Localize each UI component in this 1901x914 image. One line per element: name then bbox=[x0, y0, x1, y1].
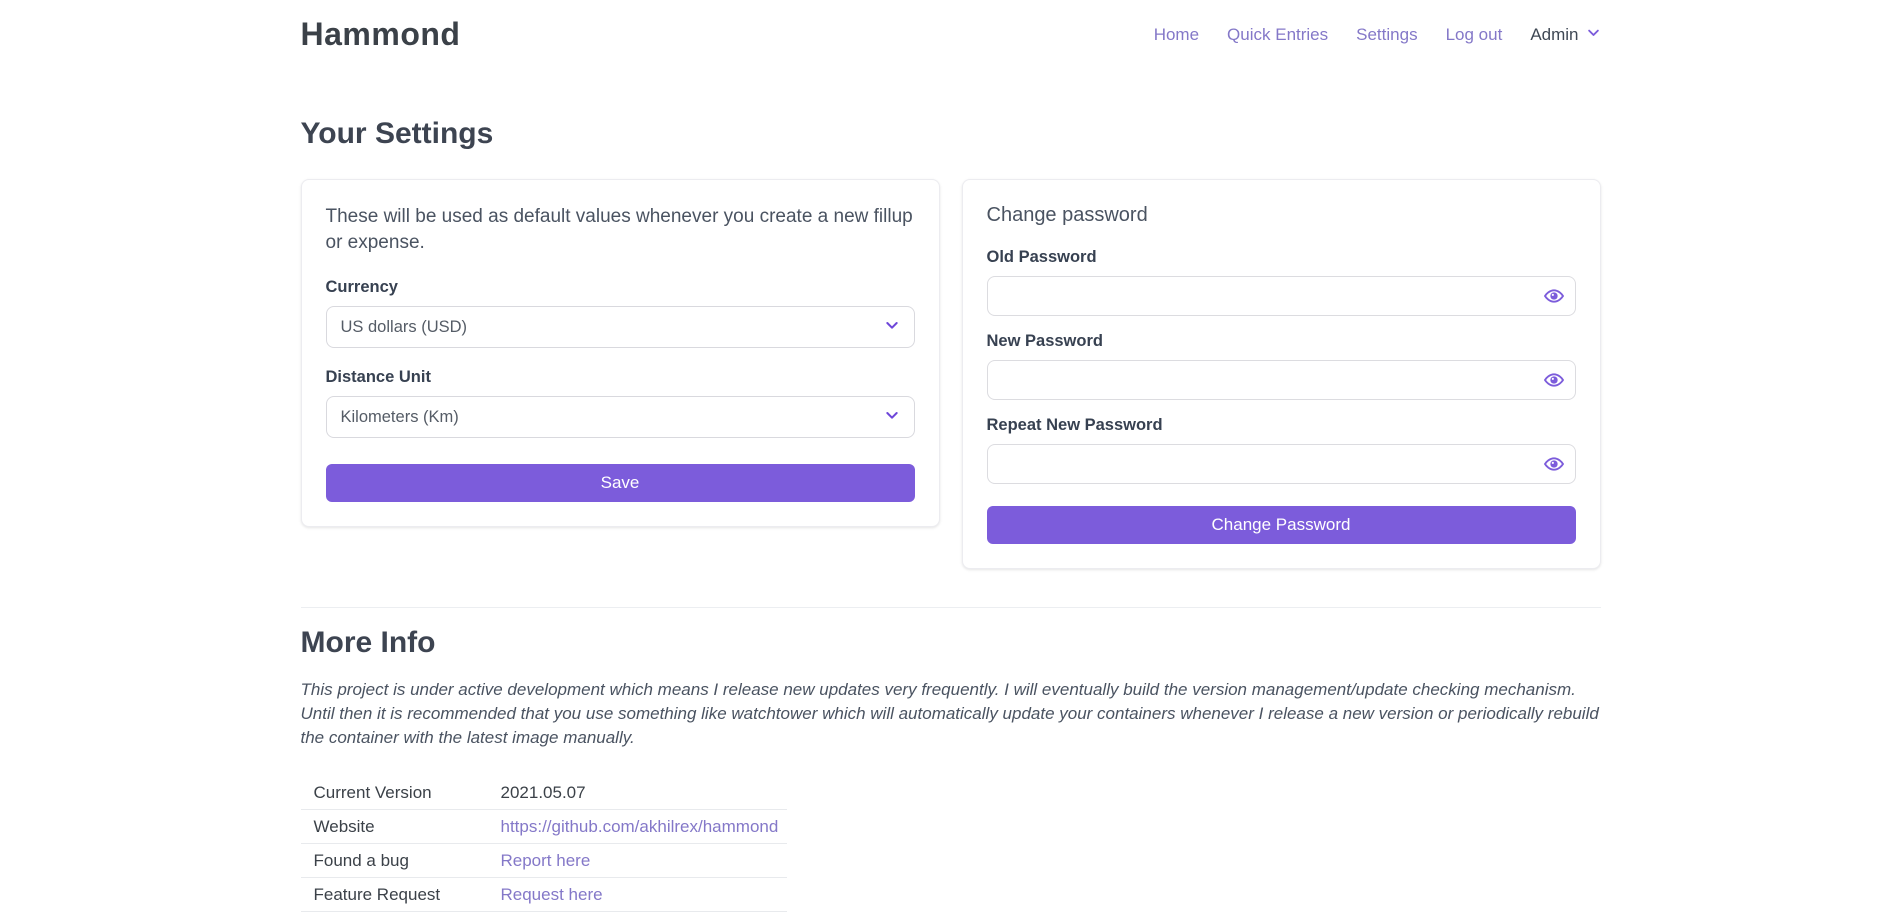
table-row: Found a bug Report here bbox=[301, 844, 787, 878]
info-table: Current Version 2021.05.07 Website https… bbox=[301, 776, 787, 912]
currency-label: Currency bbox=[326, 278, 915, 298]
nav-settings[interactable]: Settings bbox=[1356, 25, 1417, 45]
defaults-card: These will be used as default values whe… bbox=[301, 179, 940, 527]
toggle-old-password-visibility-button[interactable] bbox=[1542, 284, 1566, 308]
section-divider bbox=[301, 607, 1601, 608]
eye-icon bbox=[1544, 462, 1564, 477]
info-row-label: Website bbox=[314, 817, 501, 837]
repeat-new-password-input[interactable] bbox=[987, 444, 1576, 484]
current-version-value: 2021.05.07 bbox=[501, 783, 586, 803]
table-row: Current Version 2021.05.07 bbox=[301, 776, 787, 810]
main-nav: Home Quick Entries Settings Log out Admi… bbox=[1154, 25, 1601, 45]
defaults-description: These will be used as default values whe… bbox=[326, 204, 915, 256]
info-row-label: Current Version bbox=[314, 783, 501, 803]
change-password-button[interactable]: Change Password bbox=[987, 506, 1576, 544]
table-row: Website https://github.com/akhilrex/hamm… bbox=[301, 810, 787, 844]
app-logo[interactable]: Hammond bbox=[301, 16, 461, 53]
toggle-new-password-visibility-button[interactable] bbox=[1542, 368, 1566, 392]
table-row: Feature Request Request here bbox=[301, 878, 787, 912]
feature-request-link[interactable]: Request here bbox=[501, 885, 603, 905]
admin-menu-label: Admin bbox=[1530, 25, 1578, 45]
toggle-repeat-password-visibility-button[interactable] bbox=[1542, 452, 1566, 476]
website-link[interactable]: https://github.com/akhilrex/hammond bbox=[501, 817, 779, 837]
info-row-label: Feature Request bbox=[314, 885, 501, 905]
new-password-label: New Password bbox=[987, 332, 1576, 352]
eye-icon bbox=[1544, 378, 1564, 393]
save-button[interactable]: Save bbox=[326, 464, 915, 502]
chevron-down-icon bbox=[1586, 25, 1601, 45]
chevron-down-icon bbox=[884, 407, 900, 428]
page-title: Your Settings bbox=[301, 117, 1601, 151]
top-header: Hammond Home Quick Entries Settings Log … bbox=[0, 0, 1901, 53]
distance-unit-label: Distance Unit bbox=[326, 368, 915, 388]
change-password-card: Change password Old Password New Passwor… bbox=[962, 179, 1601, 569]
new-password-input[interactable] bbox=[987, 360, 1576, 400]
repeat-new-password-label: Repeat New Password bbox=[987, 416, 1576, 436]
eye-icon bbox=[1544, 294, 1564, 309]
nav-home[interactable]: Home bbox=[1154, 25, 1199, 45]
change-password-title: Change password bbox=[987, 204, 1576, 228]
more-info-description: This project is under active development… bbox=[301, 678, 1601, 750]
distance-unit-select[interactable]: Kilometers (Km) bbox=[326, 396, 915, 438]
admin-menu[interactable]: Admin bbox=[1530, 25, 1600, 45]
info-row-label: Found a bug bbox=[314, 851, 501, 871]
nav-logout[interactable]: Log out bbox=[1446, 25, 1503, 45]
old-password-label: Old Password bbox=[987, 248, 1576, 268]
currency-select[interactable]: US dollars (USD) bbox=[326, 306, 915, 348]
chevron-down-icon bbox=[884, 317, 900, 338]
distance-unit-selected-value: Kilometers (Km) bbox=[341, 408, 459, 427]
report-bug-link[interactable]: Report here bbox=[501, 851, 591, 871]
more-info-title: More Info bbox=[301, 626, 1601, 660]
currency-selected-value: US dollars (USD) bbox=[341, 318, 468, 337]
old-password-input[interactable] bbox=[987, 276, 1576, 316]
nav-quick-entries[interactable]: Quick Entries bbox=[1227, 25, 1328, 45]
